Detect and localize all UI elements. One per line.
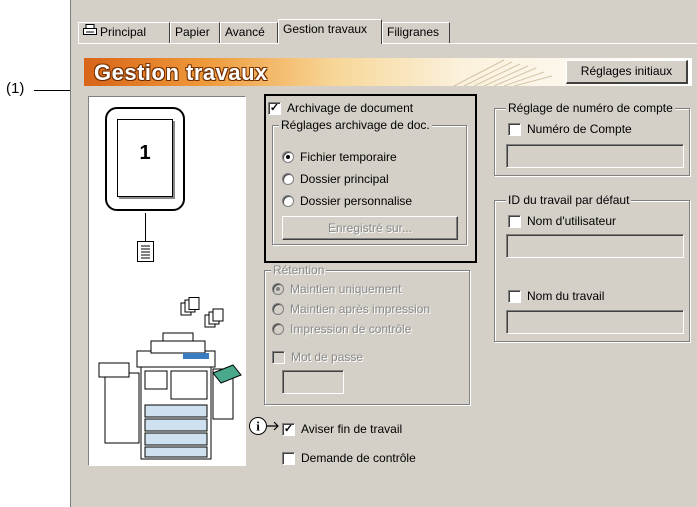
tab-label: Papier xyxy=(175,25,210,39)
svg-text:i: i xyxy=(256,419,260,434)
preview-page: 1 xyxy=(117,119,173,197)
notify-end-checkbox[interactable]: ✓ xyxy=(282,422,295,436)
password-checkbox-row[interactable]: Mot de passe xyxy=(272,350,363,364)
tab-label: Principal xyxy=(100,25,147,39)
account-checkbox-label: Numéro de Compte xyxy=(527,122,632,136)
radio-button[interactable] xyxy=(272,283,284,295)
option-label: Maintien après impression xyxy=(290,302,431,316)
archive-checkbox[interactable]: ✓ xyxy=(268,101,281,115)
decorative-stripes xyxy=(453,59,553,86)
username-checkbox-row[interactable]: Nom d'utilisateur xyxy=(508,214,616,228)
account-checkbox-row[interactable]: Numéro de Compte xyxy=(508,122,632,136)
username-label: Nom d'utilisateur xyxy=(527,214,616,228)
document-icon xyxy=(137,241,154,262)
option-label: Dossier personnalise xyxy=(300,194,413,208)
tab-gestion-travaux[interactable]: Gestion travaux xyxy=(278,19,382,44)
reset-defaults-button[interactable]: Réglages initiaux xyxy=(566,60,688,84)
preview-display-frame: 1 xyxy=(105,107,185,211)
page-title: Gestion travaux xyxy=(94,60,268,85)
retention-title: Rétention xyxy=(271,263,327,277)
retention-option-hold-only[interactable]: Maintien uniquement xyxy=(272,282,401,296)
jobname-label: Nom du travail xyxy=(527,289,605,303)
radio-button[interactable] xyxy=(282,151,294,163)
archive-checkbox-label: Archivage de document xyxy=(287,101,414,115)
password-input[interactable] xyxy=(282,370,344,394)
archive-option-main-folder[interactable]: Dossier principal xyxy=(282,172,389,186)
preview-page-number: 1 xyxy=(139,142,151,164)
notify-end-checkbox-row[interactable]: ✓ Aviser fin de travail xyxy=(282,422,402,436)
tab-avance[interactable]: Avancé xyxy=(220,22,278,43)
archive-option-custom-folder[interactable]: Dossier personnalise xyxy=(282,194,412,208)
preview-pane: 1 xyxy=(88,96,246,466)
check-request-checkbox-row[interactable]: Demande de contrôle xyxy=(282,451,416,465)
jobname-checkbox-row[interactable]: Nom du travail xyxy=(508,289,604,303)
registered-on-button[interactable]: Enregistré sur... xyxy=(282,216,458,240)
check-request-label: Demande de contrôle xyxy=(301,451,416,465)
option-label: Fichier temporaire xyxy=(300,150,397,164)
radio-button[interactable] xyxy=(282,173,294,185)
account-checkbox[interactable] xyxy=(508,122,521,136)
archive-option-temp-file[interactable]: Fichier temporaire xyxy=(282,150,397,164)
printer-icon xyxy=(83,23,97,42)
retention-option-hold-after-print[interactable]: Maintien après impression xyxy=(272,302,430,316)
printer-illustration xyxy=(98,332,242,460)
archive-checkbox-row[interactable]: ✓ Archivage de document xyxy=(268,101,413,115)
tab-label: Filigranes xyxy=(387,25,440,39)
password-label: Mot de passe xyxy=(291,350,364,364)
callout-label: (1) xyxy=(6,80,25,97)
retention-option-sample-print[interactable]: Impression de contrôle xyxy=(272,322,411,336)
option-label: Dossier principal xyxy=(300,172,389,186)
tab-papier[interactable]: Papier xyxy=(170,22,220,43)
tab-label: Gestion travaux xyxy=(283,22,368,36)
radio-button[interactable] xyxy=(272,303,284,315)
radio-button[interactable] xyxy=(282,195,294,207)
archive-settings-title: Réglages archivage de doc. xyxy=(279,118,432,132)
tab-label: Avancé xyxy=(225,25,265,39)
jobname-input[interactable] xyxy=(506,310,684,334)
username-checkbox[interactable] xyxy=(508,214,521,228)
check-request-checkbox[interactable] xyxy=(282,451,295,465)
preview-connector xyxy=(145,213,146,241)
account-number-input[interactable] xyxy=(506,144,684,168)
option-label: Impression de contrôle xyxy=(290,322,412,336)
notify-end-label: Aviser fin de travail xyxy=(301,422,403,436)
tab-filigranes[interactable]: Filigranes xyxy=(382,22,450,43)
tab-principal[interactable]: Principal xyxy=(78,22,170,43)
radio-button[interactable] xyxy=(272,323,284,335)
account-title: Réglage de numéro de compte xyxy=(506,101,675,115)
username-input[interactable] xyxy=(506,234,684,258)
option-label: Maintien uniquement xyxy=(290,282,402,296)
tab-baseline xyxy=(78,43,697,44)
password-checkbox[interactable] xyxy=(272,350,285,364)
job-id-title: ID du travail par défaut xyxy=(506,193,632,207)
info-icon: i xyxy=(249,417,279,435)
jobname-checkbox[interactable] xyxy=(508,289,521,303)
